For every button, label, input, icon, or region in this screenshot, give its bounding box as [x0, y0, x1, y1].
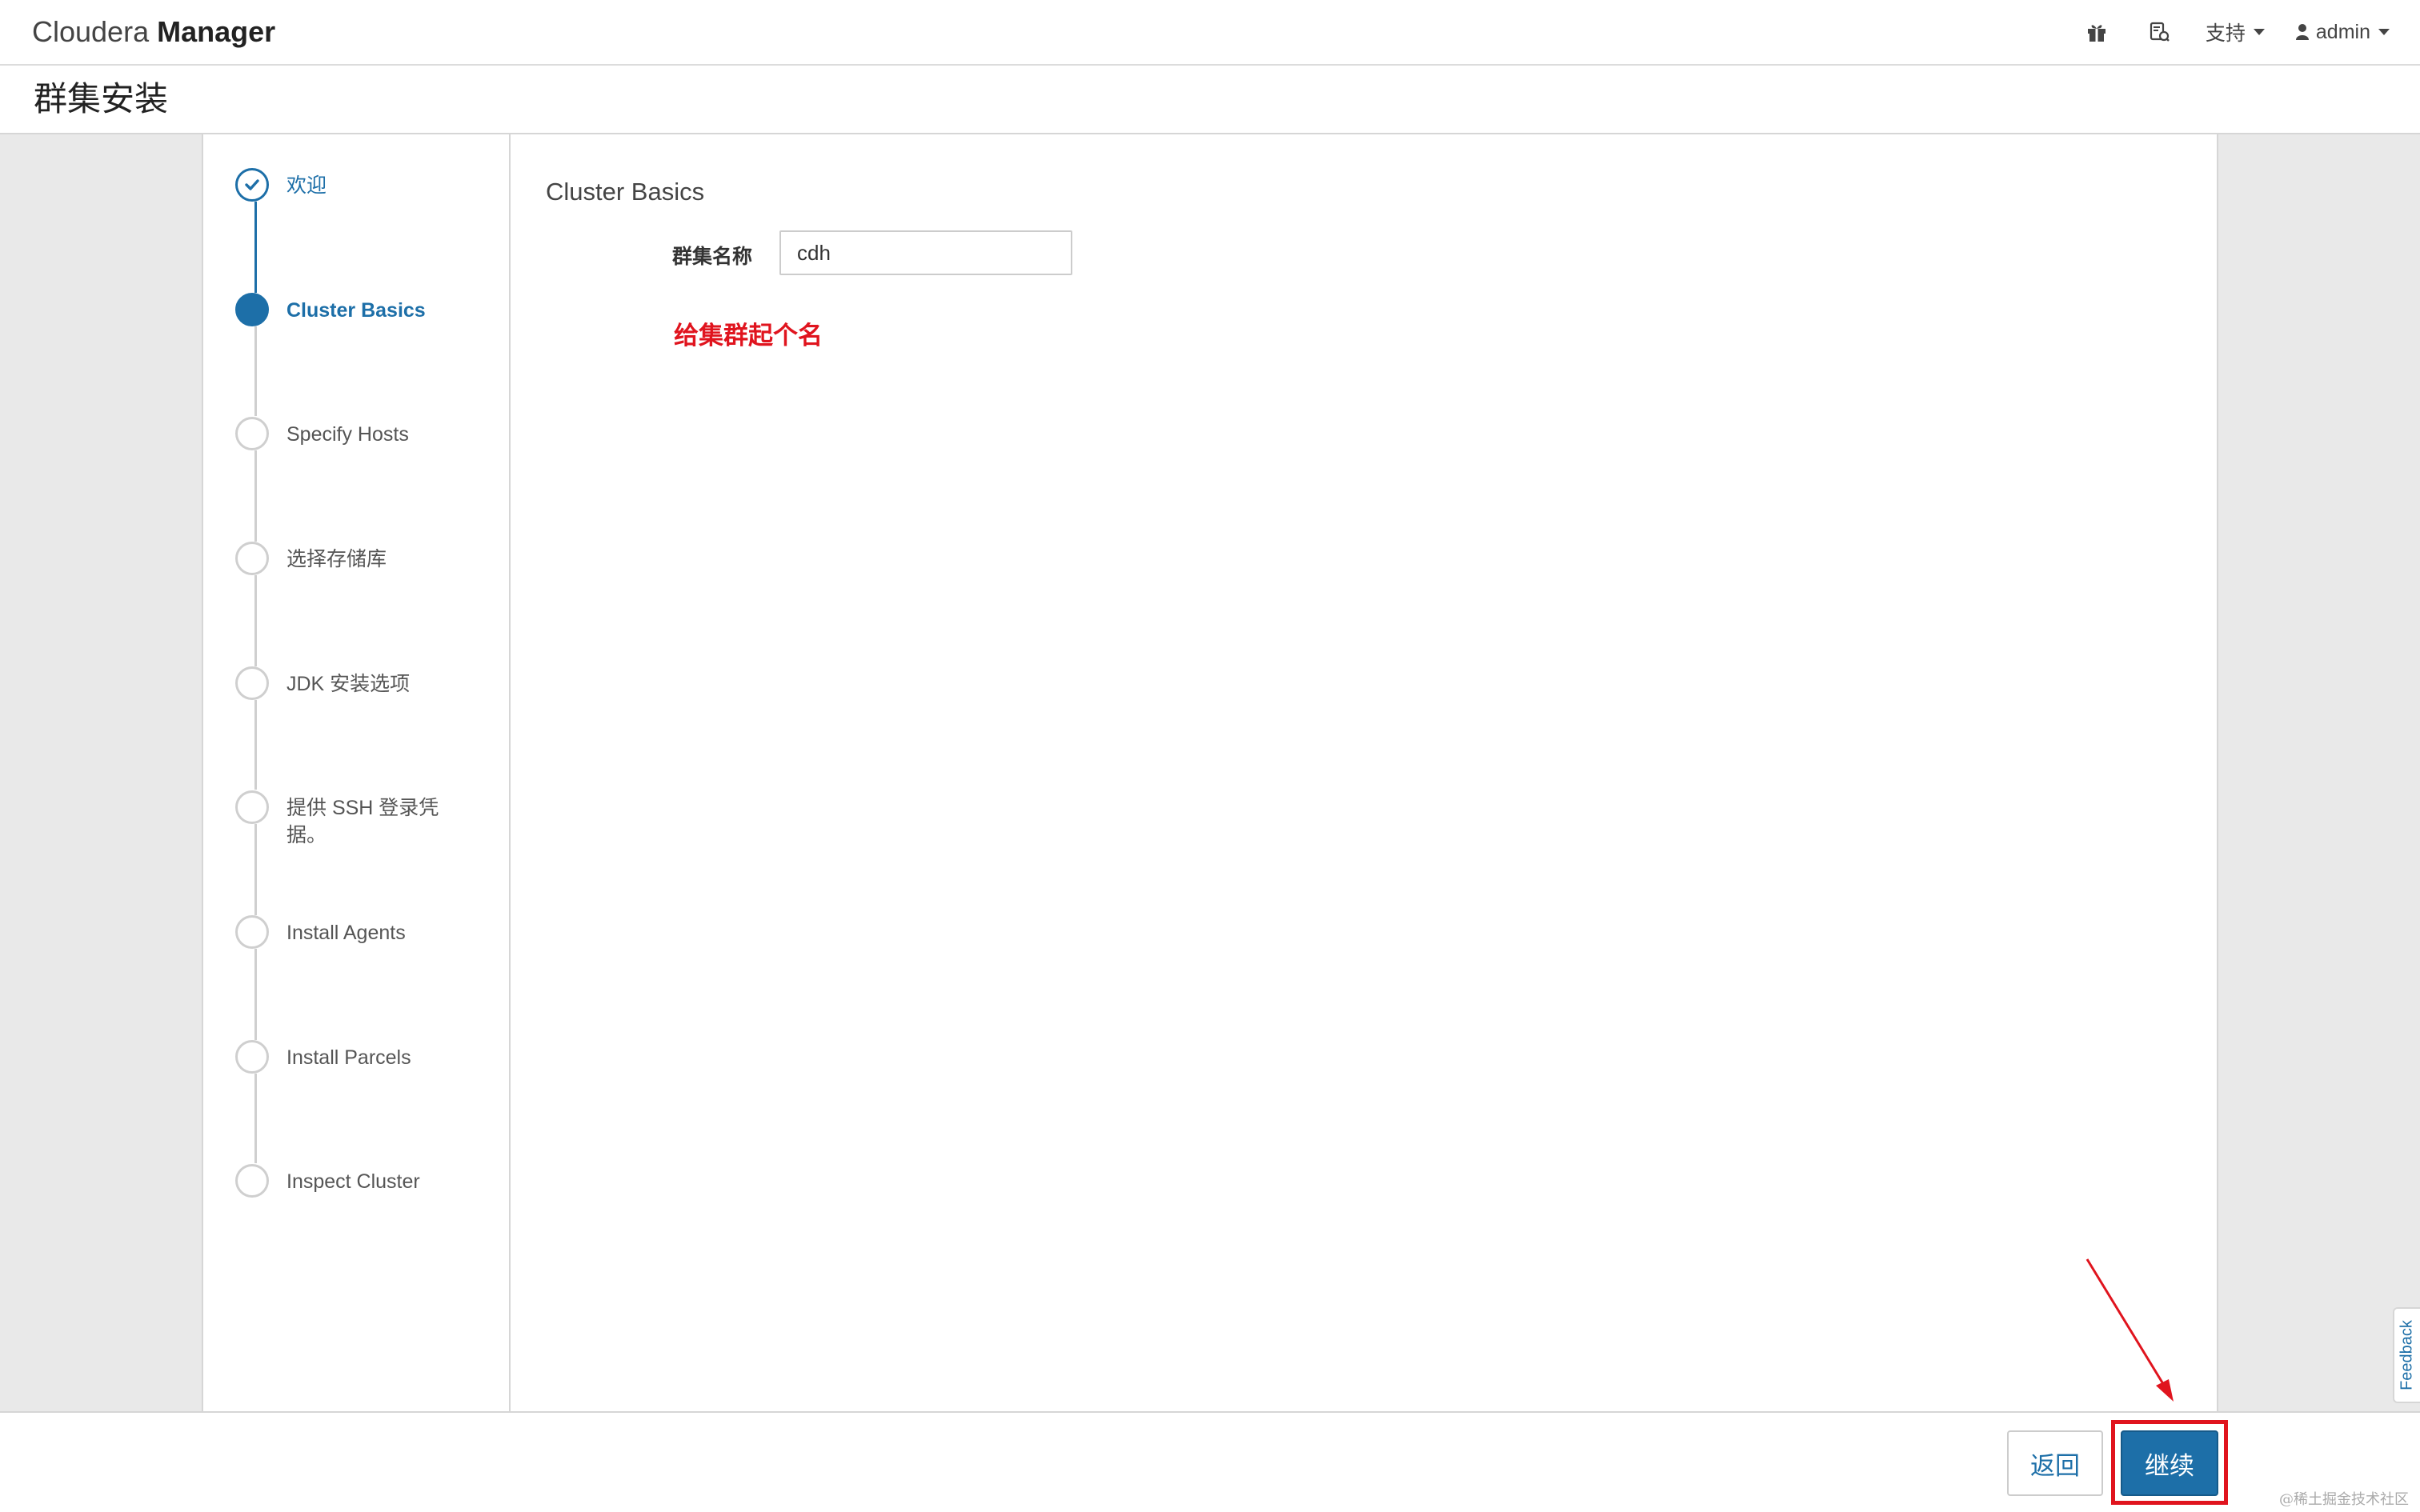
chevron-down-icon — [2253, 29, 2265, 35]
check-icon — [235, 168, 269, 202]
step-label: 选择存储库 — [286, 548, 387, 570]
step-jdk-options[interactable]: JDK 安装选项 — [235, 666, 491, 700]
pending-step-indicator — [235, 915, 269, 949]
step-label: Cluster Basics — [286, 299, 426, 322]
brand-name-light: Cloudera — [32, 15, 150, 48]
step-connector — [254, 949, 257, 1040]
step-label: 提供 SSH 登录凭据。 — [286, 797, 439, 846]
pending-step-indicator — [235, 790, 269, 824]
user-dropdown[interactable]: admin — [2295, 21, 2390, 44]
navbar-right-menu: 支持 admin — [2081, 0, 2420, 64]
page-header: 群集安装 — [0, 66, 2420, 134]
support-dropdown-label: 支持 — [2205, 22, 2246, 45]
step-connector — [254, 700, 257, 790]
step-connector — [254, 575, 257, 666]
back-button[interactable]: 返回 — [2007, 1430, 2103, 1496]
section-title: Cluster Basics — [546, 178, 705, 206]
step-label: Specify Hosts — [286, 423, 409, 446]
step-connector — [254, 202, 257, 293]
pending-step-indicator — [235, 542, 269, 575]
step-label: JDK 安装选项 — [286, 673, 411, 695]
user-dropdown-label: admin — [2315, 20, 2370, 43]
step-install-parcels[interactable]: Install Parcels — [235, 1040, 491, 1074]
pending-step-indicator — [235, 1040, 269, 1074]
step-connector — [254, 326, 257, 416]
user-icon — [2295, 23, 2310, 41]
cluster-basics-panel: Cluster Basics 群集名称 给集群起个名 — [511, 134, 2218, 1411]
page-title: 群集安装 — [34, 80, 169, 118]
top-navbar: Cloudera Manager 支持 admin — [0, 0, 2420, 66]
watermark: @稀土掘金技术社区 — [2279, 1491, 2409, 1508]
step-label: Inspect Cluster — [286, 1170, 420, 1193]
feedback-tab[interactable]: Feedback — [2393, 1307, 2420, 1403]
support-dropdown[interactable]: 支持 — [2206, 18, 2265, 46]
step-select-repository[interactable]: 选择存储库 — [235, 542, 491, 575]
pending-step-indicator — [235, 1164, 269, 1198]
step-label: Install Agents — [286, 922, 406, 944]
step-label: 欢迎 — [286, 174, 327, 197]
step-connector — [254, 450, 257, 542]
step-ssh-credentials[interactable]: 提供 SSH 登录凭据。 — [235, 790, 491, 849]
active-step-indicator — [235, 293, 269, 326]
wizard-footer: 返回 继续 — [0, 1411, 2420, 1512]
gift-icon[interactable] — [2081, 16, 2113, 48]
pending-step-indicator — [235, 417, 269, 450]
continue-button[interactable]: 继续 — [2121, 1430, 2218, 1496]
step-welcome[interactable]: 欢迎 — [235, 168, 491, 202]
step-specify-hosts[interactable]: Specify Hosts — [235, 417, 491, 450]
brand-logo[interactable]: Cloudera Manager — [32, 14, 275, 50]
cluster-name-label: 群集名称 — [672, 246, 753, 268]
support-ticket-icon[interactable] — [2143, 16, 2175, 48]
wizard-steps-sidebar: 欢迎 Cluster Basics Specify Hosts 选择存储库 JD… — [202, 134, 511, 1411]
cluster-name-input[interactable] — [779, 230, 1072, 275]
brand-name-bold: Manager — [157, 15, 276, 48]
annotation-text: 给集群起个名 — [674, 322, 823, 350]
pending-step-indicator — [235, 666, 269, 700]
chevron-down-icon — [2378, 29, 2390, 35]
step-label: Install Parcels — [286, 1046, 411, 1069]
step-install-agents[interactable]: Install Agents — [235, 915, 491, 949]
feedback-label: Feedback — [2398, 1320, 2416, 1390]
step-inspect-cluster[interactable]: Inspect Cluster — [235, 1164, 491, 1198]
step-cluster-basics[interactable]: Cluster Basics — [235, 293, 491, 326]
step-connector — [254, 1074, 257, 1163]
